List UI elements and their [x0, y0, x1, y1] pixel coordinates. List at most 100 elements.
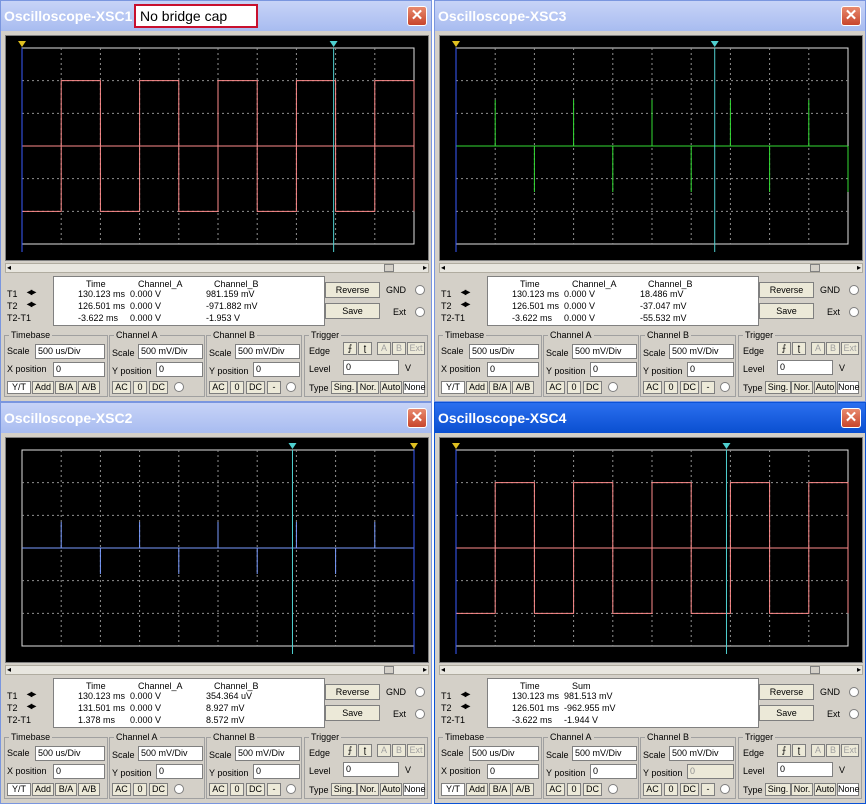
display-mode-button[interactable]: Y/T: [441, 381, 465, 394]
trigger-type-button[interactable]: None: [837, 381, 860, 394]
coupling-button[interactable]: 0: [567, 783, 581, 796]
trigger-type-button[interactable]: None: [403, 381, 426, 394]
trigger-source-a-button[interactable]: A: [811, 342, 825, 355]
coupling-button[interactable]: AC: [112, 381, 131, 394]
display-mode-button[interactable]: Add: [32, 783, 54, 796]
trigger-level-field[interactable]: 0: [343, 762, 399, 777]
falling-edge-icon[interactable]: ʈ: [792, 744, 806, 757]
rising-edge-icon[interactable]: ⨍: [777, 342, 791, 355]
trigger-source-ext-button[interactable]: Ext: [841, 744, 859, 757]
coupling-radio[interactable]: [174, 382, 184, 392]
oscilloscope-window-xsc4[interactable]: Oscilloscope-XSC4 ✕ ◂ ▸ T1 ◂▸ T2 ◂▸ T2-T1 Time Sum…: [434, 402, 866, 804]
reverse-button[interactable]: Reverse: [759, 282, 814, 298]
display-mode-button[interactable]: B/A: [489, 381, 511, 394]
coupling-button[interactable]: 0: [230, 783, 244, 796]
display-mode-button[interactable]: A/B: [78, 381, 100, 394]
coupling-button[interactable]: AC: [209, 783, 228, 796]
coupling-button[interactable]: AC: [643, 381, 662, 394]
cursor-move-arrows-icon[interactable]: ◂▸: [27, 689, 36, 700]
horizontal-scrollbar[interactable]: ◂ ▸: [439, 263, 863, 273]
coupling-radio[interactable]: [174, 784, 184, 794]
oscilloscope-window-xsc1[interactable]: Oscilloscope-XSC1 ✕ No bridge cap ◂ ▸ T1 ◂▸ T2 ◂…: [0, 0, 432, 402]
channel-b-scale-field[interactable]: 500 mV/Div: [235, 746, 300, 761]
timebase-scale-field[interactable]: 500 us/Div: [469, 344, 539, 359]
timebase-scale-field[interactable]: 500 us/Div: [35, 344, 105, 359]
x-position-field[interactable]: 0: [487, 362, 539, 377]
display-mode-button[interactable]: A/B: [512, 783, 534, 796]
channel-b-scale-field[interactable]: 500 mV/Div: [235, 344, 300, 359]
display-mode-button[interactable]: Y/T: [7, 783, 31, 796]
trigger-source-b-button[interactable]: B: [392, 342, 406, 355]
coupling-button[interactable]: AC: [112, 783, 131, 796]
coupling-radio[interactable]: [720, 784, 730, 794]
scope-display[interactable]: [5, 35, 429, 261]
trigger-type-button[interactable]: Sing.: [765, 783, 791, 796]
cursor-t1-handle[interactable]: [18, 41, 26, 47]
coupling-button[interactable]: DC: [583, 381, 602, 394]
trigger-source-a-button[interactable]: A: [377, 342, 391, 355]
display-mode-button[interactable]: Add: [466, 381, 488, 394]
display-mode-button[interactable]: Y/T: [441, 783, 465, 796]
scope-display[interactable]: [439, 437, 863, 663]
trigger-type-button[interactable]: Nor.: [791, 783, 813, 796]
trigger-type-button[interactable]: Auto: [814, 381, 836, 394]
gnd-radio[interactable]: [849, 285, 859, 295]
scroll-right-icon[interactable]: ▸: [857, 263, 861, 272]
coupling-button[interactable]: DC: [246, 381, 265, 394]
display-mode-button[interactable]: Y/T: [7, 381, 31, 394]
cursor-t2-handle[interactable]: [710, 41, 719, 47]
trigger-source-a-button[interactable]: A: [811, 744, 825, 757]
trigger-type-button[interactable]: Auto: [380, 783, 402, 796]
trigger-source-a-button[interactable]: A: [377, 744, 391, 757]
falling-edge-icon[interactable]: ʈ: [358, 342, 372, 355]
ext-radio[interactable]: [415, 709, 425, 719]
scroll-thumb[interactable]: [384, 666, 394, 674]
channel-a-scale-field[interactable]: 500 mV/Div: [572, 746, 637, 761]
coupling-button[interactable]: DC: [680, 381, 699, 394]
coupling-button[interactable]: 0: [230, 381, 244, 394]
coupling-radio[interactable]: [286, 784, 296, 794]
scope-display[interactable]: [5, 437, 429, 663]
trigger-source-b-button[interactable]: B: [826, 342, 840, 355]
trigger-source-b-button[interactable]: B: [392, 744, 406, 757]
coupling-button[interactable]: 0: [133, 783, 147, 796]
coupling-button[interactable]: DC: [149, 381, 168, 394]
gnd-radio[interactable]: [849, 687, 859, 697]
x-position-field[interactable]: 0: [53, 764, 105, 779]
rising-edge-icon[interactable]: ⨍: [343, 744, 357, 757]
horizontal-scrollbar[interactable]: ◂ ▸: [5, 665, 429, 675]
cursor-t1-handle[interactable]: [452, 443, 460, 449]
cursor-t2-handle[interactable]: [722, 443, 731, 449]
invert-button[interactable]: -: [701, 783, 715, 796]
trigger-source-ext-button[interactable]: Ext: [841, 342, 859, 355]
close-button[interactable]: ✕: [841, 408, 861, 428]
coupling-button[interactable]: 0: [133, 381, 147, 394]
trigger-level-field[interactable]: 0: [777, 762, 833, 777]
ext-radio[interactable]: [849, 307, 859, 317]
cursor-move-arrows-icon[interactable]: ◂▸: [461, 299, 470, 310]
trigger-type-button[interactable]: Sing.: [331, 783, 357, 796]
cursor-move-arrows-icon[interactable]: ◂▸: [461, 287, 470, 298]
trigger-type-button[interactable]: Nor.: [357, 381, 379, 394]
horizontal-scrollbar[interactable]: ◂ ▸: [439, 665, 863, 675]
trigger-source-ext-button[interactable]: Ext: [407, 342, 425, 355]
channel-b-scale-field[interactable]: 500 mV/Div: [669, 344, 734, 359]
scroll-left-icon[interactable]: ◂: [7, 665, 11, 674]
trigger-type-button[interactable]: Sing.: [765, 381, 791, 394]
cursor-move-arrows-icon[interactable]: ◂▸: [461, 701, 470, 712]
coupling-button[interactable]: DC: [583, 783, 602, 796]
title-bar[interactable]: Oscilloscope-XSC4 ✕: [435, 403, 865, 433]
trigger-type-button[interactable]: None: [837, 783, 860, 796]
invert-button[interactable]: -: [267, 783, 281, 796]
oscilloscope-window-xsc2[interactable]: Oscilloscope-XSC2 ✕ ◂ ▸ T1 ◂▸ T2 ◂▸ T2-T1 Time Cha…: [0, 402, 432, 804]
reverse-button[interactable]: Reverse: [325, 282, 380, 298]
rising-edge-icon[interactable]: ⨍: [343, 342, 357, 355]
coupling-button[interactable]: DC: [680, 783, 699, 796]
channel-a-y-position-field[interactable]: 0: [156, 764, 203, 779]
title-bar[interactable]: Oscilloscope-XSC2 ✕: [1, 403, 431, 433]
scroll-right-icon[interactable]: ▸: [423, 263, 427, 272]
trigger-type-button[interactable]: Auto: [380, 381, 402, 394]
coupling-radio[interactable]: [608, 382, 618, 392]
ext-radio[interactable]: [849, 709, 859, 719]
coupling-button[interactable]: 0: [567, 381, 581, 394]
